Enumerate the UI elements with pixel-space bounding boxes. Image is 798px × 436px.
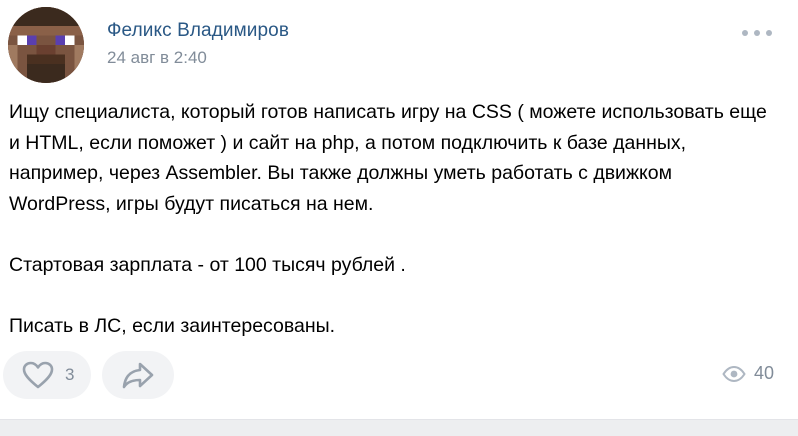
- post-paragraph: Писать в ЛС, если заинтересованы.: [9, 314, 336, 337]
- heart-outline-icon: [22, 360, 56, 390]
- views-counter: 40: [722, 363, 774, 384]
- more-options-button[interactable]: [742, 24, 772, 42]
- post-paragraph: Стартовая зарплата - от 100 тысяч рублей…: [9, 253, 406, 276]
- author-name[interactable]: Феликс Владимиров: [107, 20, 289, 42]
- more-horizontal-icon: [742, 30, 748, 36]
- more-dot: [754, 30, 760, 36]
- like-count: 3: [65, 365, 75, 384]
- post-card: Феликс Владимиров 24 авг в 2:40 Ищу спец…: [0, 0, 798, 436]
- post-paragraph: Ищу специалиста, который готов написать …: [9, 101, 767, 215]
- post-actions: 3 40: [0, 351, 798, 403]
- post-header: Феликс Владимиров 24 авг в 2:40: [0, 0, 798, 84]
- post-text: Ищу специалиста, который готов написать …: [9, 97, 769, 341]
- eye-icon: [722, 365, 746, 382]
- share-arrow-icon: [122, 362, 154, 389]
- avatar-image: [8, 7, 84, 83]
- more-dot: [766, 30, 772, 36]
- avatar[interactable]: [8, 7, 84, 83]
- share-button[interactable]: [102, 351, 174, 399]
- post-timestamp[interactable]: 24 авг в 2:40: [107, 48, 207, 68]
- post-separator: [0, 419, 798, 436]
- like-button[interactable]: 3: [3, 351, 91, 399]
- views-count: 40: [753, 363, 774, 383]
